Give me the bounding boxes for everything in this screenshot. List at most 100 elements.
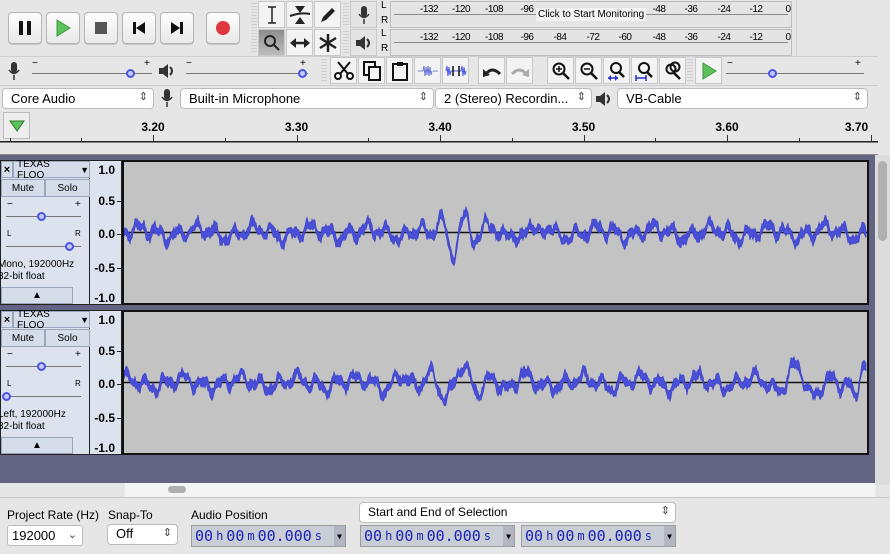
project-rate-select[interactable]: 192000 ⌄ <box>7 525 83 546</box>
track-format-info: Mono, 192000Hz <box>0 259 75 270</box>
vertical-scroll-thumb[interactable] <box>878 161 887 241</box>
skip-to-end-icon <box>171 22 183 34</box>
record-button[interactable] <box>206 12 240 44</box>
recording-device-select[interactable]: Built-in Microphone ⇕ <box>180 88 434 109</box>
tools-toolbar-grip[interactable] <box>251 3 257 53</box>
playback-device-select[interactable]: VB-Cable ⇕ <box>617 88 868 109</box>
record-icon <box>216 21 230 35</box>
zoom-out-button[interactable] <box>575 57 602 84</box>
snap-to-label: Snap-To <box>108 508 153 522</box>
fit-selection-button[interactable] <box>603 57 630 84</box>
record-volume-min: − <box>32 58 38 69</box>
track-name-menu[interactable]: TEXAS FLOO ▼ <box>13 159 90 181</box>
cut-button[interactable] <box>330 57 357 84</box>
zoom-out-icon <box>580 62 598 80</box>
close-track-button[interactable]: × <box>1 311 13 328</box>
timeline-ruler[interactable]: 3.20 3.30 3.40 3.50 3.60 3.70 <box>0 111 878 143</box>
recording-channels-select[interactable]: 2 (Stereo) Recordin... ⇕ <box>435 88 592 109</box>
audio-position-field[interactable]: 00 h 00 m 00.000 s ▼ <box>191 525 346 547</box>
speaker-icon <box>355 35 370 50</box>
selection-start-field[interactable]: 00 h 00 m 00.000 s ▼ <box>360 525 515 547</box>
horizontal-scroll-thumb[interactable] <box>168 486 186 493</box>
format-dropdown-icon[interactable]: ▼ <box>334 526 345 546</box>
mute-button[interactable]: Mute <box>1 179 45 197</box>
gain-slider[interactable] <box>6 361 81 371</box>
pan-slider[interactable] <box>2 391 81 401</box>
playback-meter[interactable]: -132 -120 -108 -96 -84 -72 -60 -48 -36 -24 -12 0 <box>390 29 792 56</box>
play-at-speed-grip[interactable] <box>687 59 693 83</box>
waveform[interactable] <box>122 310 869 455</box>
audio-host-select[interactable]: Core Audio ⇕ <box>2 88 154 109</box>
pan-right-label: R <box>75 229 81 238</box>
skip-to-start-button[interactable] <box>122 12 156 44</box>
scale-label: -1.0 <box>94 441 115 455</box>
pause-button[interactable] <box>8 12 42 44</box>
play-button[interactable] <box>46 12 80 44</box>
zoom-in-button[interactable] <box>547 57 574 84</box>
start-monitoring-prompt[interactable]: Click to Start Monitoring <box>536 8 647 21</box>
time-shift-tool-button[interactable] <box>286 29 313 56</box>
updown-icon: ⇕ <box>418 91 428 103</box>
zoom-toggle-button[interactable] <box>659 57 686 84</box>
record-meter-button[interactable] <box>350 1 377 28</box>
horizontal-scrollbar[interactable] <box>0 483 875 497</box>
stop-button[interactable] <box>84 12 118 44</box>
record-volume-slider[interactable] <box>32 68 152 78</box>
solo-button[interactable]: Solo <box>45 329 90 347</box>
play-at-speed-button[interactable] <box>695 57 722 84</box>
mute-button[interactable]: Mute <box>1 329 45 347</box>
undo-button[interactable] <box>478 57 505 84</box>
track-name-menu[interactable]: TEXAS FLOO ▼ <box>13 309 90 331</box>
redo-button[interactable] <box>506 57 533 84</box>
skip-to-start-icon <box>133 22 145 34</box>
trim-audio-button[interactable] <box>414 57 441 84</box>
selection-tool-button[interactable] <box>258 1 285 28</box>
record-meter[interactable]: -132 -120 -108 -96 -48 -36 -24 -12 0 Click to St… <box>390 1 792 28</box>
double-arrow-icon <box>289 37 310 48</box>
snap-to-select[interactable]: Off ⇕ <box>107 524 178 545</box>
vertical-scrollbar[interactable] <box>875 155 890 485</box>
format-dropdown-icon[interactable]: ▼ <box>664 526 675 546</box>
waveform[interactable] <box>122 160 869 305</box>
solo-button[interactable]: Solo <box>45 179 90 197</box>
transport-toolbar <box>0 0 250 56</box>
silence-audio-button[interactable] <box>442 57 469 84</box>
zoom-tool-button[interactable] <box>258 29 285 56</box>
ruler-label: 3.60 <box>715 120 739 134</box>
fit-project-button[interactable] <box>631 57 658 84</box>
meter-tick-label: -84 <box>553 32 567 43</box>
playback-volume-min: − <box>186 58 192 69</box>
collapse-track-button[interactable]: ▲ <box>1 437 73 454</box>
playback-meter-button[interactable] <box>350 29 377 56</box>
play-at-speed-slider[interactable] <box>726 68 864 78</box>
gain-min: − <box>7 349 13 360</box>
edit-toolbar-grip[interactable] <box>321 59 327 83</box>
pan-slider[interactable] <box>6 241 81 251</box>
record-volume-icon <box>8 62 20 80</box>
collapse-track-button[interactable]: ▲ <box>1 287 73 304</box>
selection-mode-select[interactable]: Start and End of Selection ⇕ <box>359 502 676 523</box>
meter-tick-label: -96 <box>520 4 534 15</box>
play-meter-grip[interactable] <box>343 31 349 53</box>
envelope-tool-button[interactable] <box>286 1 313 28</box>
selection-end-field[interactable]: 00 h 00 m 00.000 s ▼ <box>521 525 676 547</box>
copy-button[interactable] <box>358 57 385 84</box>
asterisk-icon <box>318 33 337 52</box>
meter-tick-label: -48 <box>652 4 666 15</box>
record-meter-grip[interactable] <box>343 3 349 25</box>
waveform-shape <box>123 355 867 407</box>
multi-tool-button[interactable] <box>314 29 341 56</box>
pin-playhead-button[interactable] <box>3 112 30 139</box>
draw-tool-button[interactable] <box>314 1 341 28</box>
updown-icon: ⇕ <box>852 91 862 103</box>
pencil-icon <box>320 7 335 22</box>
ruler-minor-tick <box>153 138 154 141</box>
skip-to-end-button[interactable] <box>160 12 194 44</box>
format-dropdown-icon[interactable]: ▼ <box>503 526 514 546</box>
redo-icon <box>510 68 529 77</box>
paste-button[interactable] <box>386 57 413 84</box>
playback-volume-slider[interactable] <box>186 68 308 78</box>
gain-slider[interactable] <box>6 211 81 221</box>
close-track-button[interactable]: × <box>1 161 13 178</box>
stop-icon <box>95 22 107 34</box>
